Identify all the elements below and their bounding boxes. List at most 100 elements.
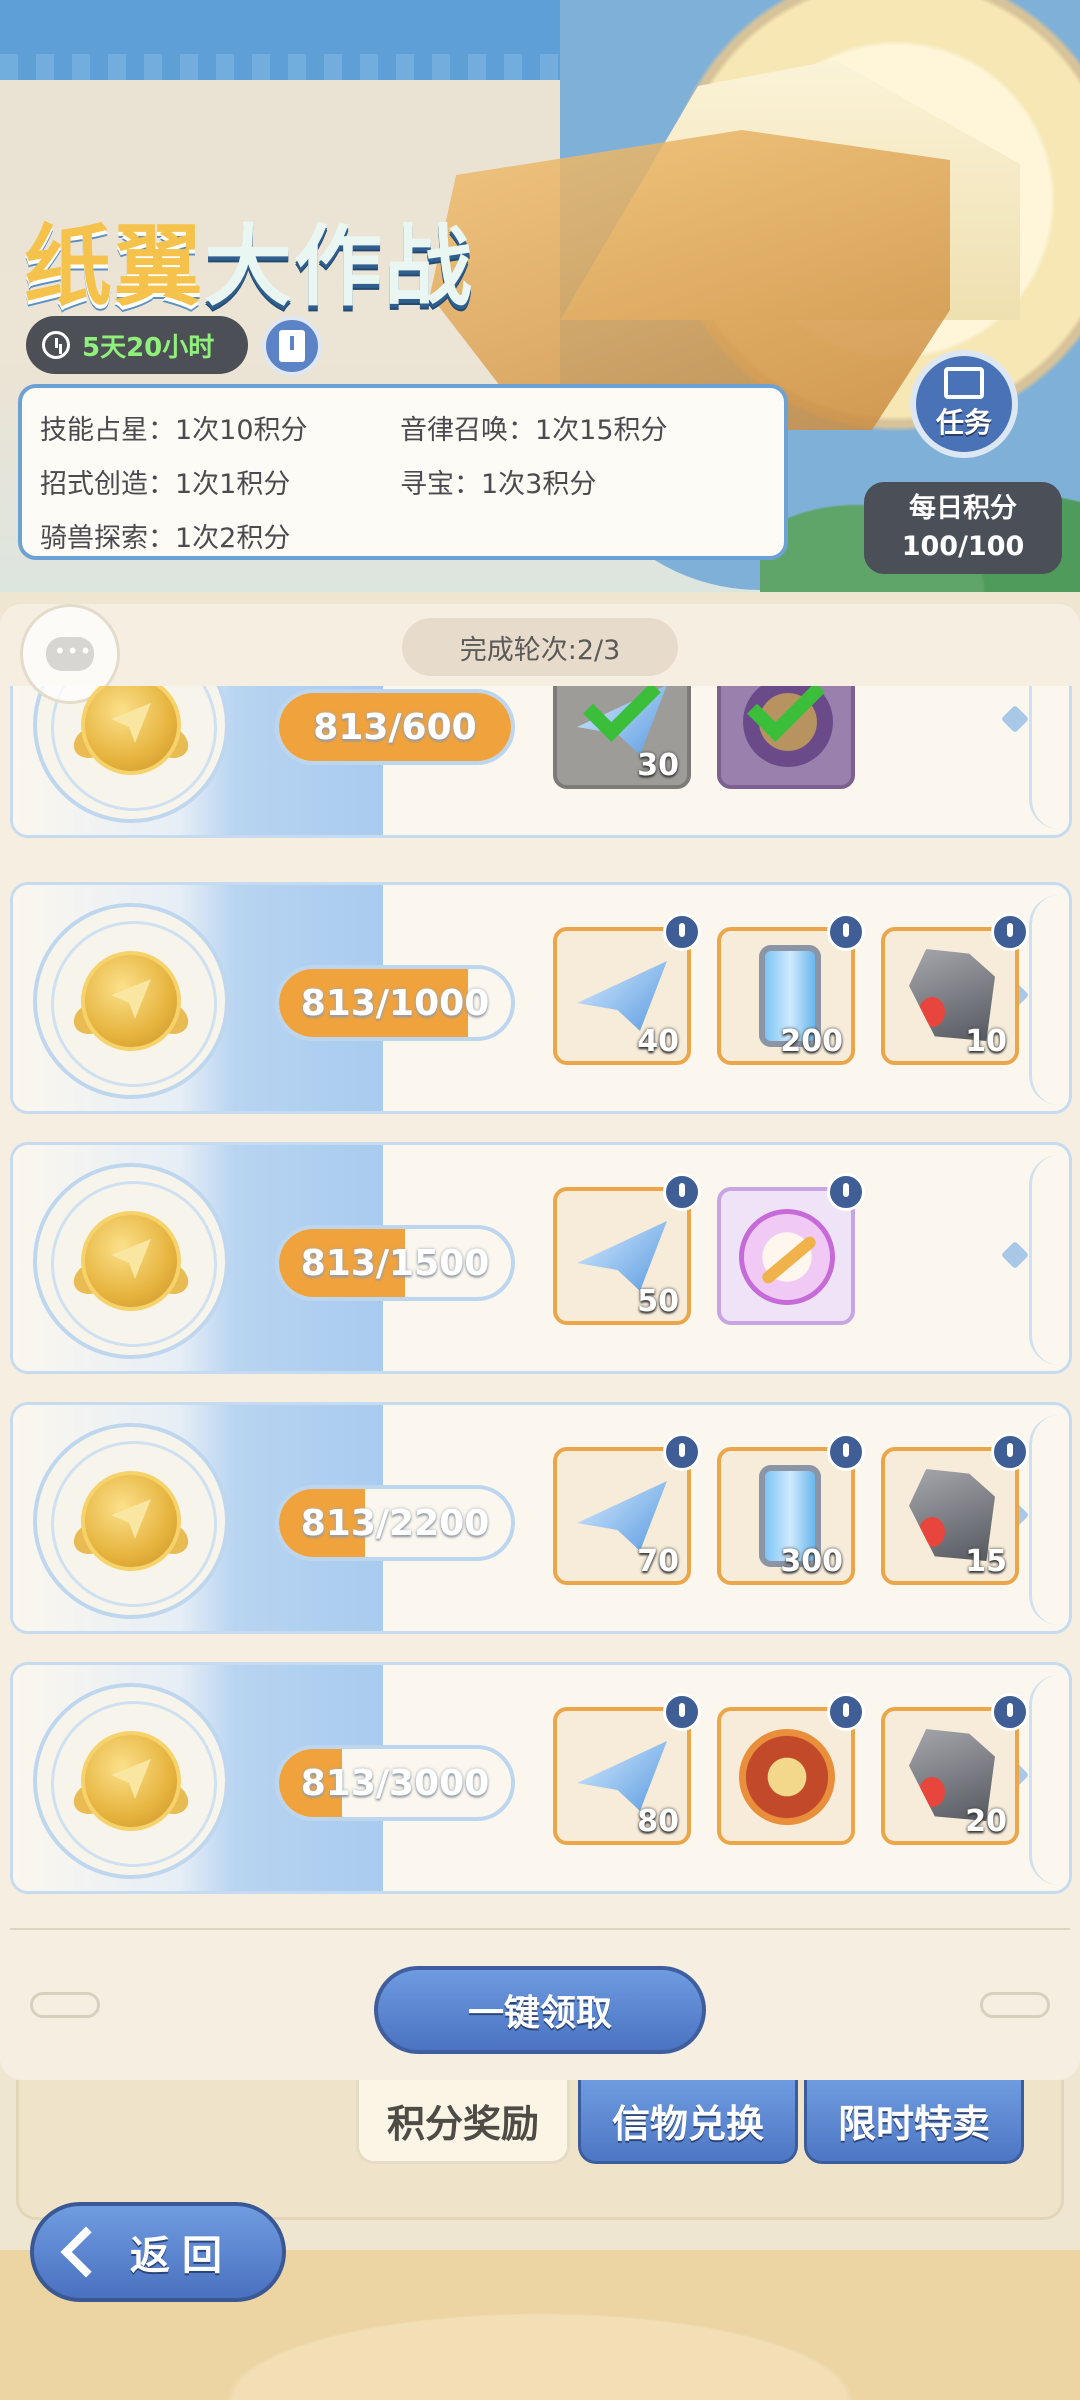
- tier-rewards: 70 300 15: [553, 1433, 1029, 1585]
- sword-emblem-icon: [739, 1209, 835, 1305]
- rule-text: 音律召唤：1次15积分: [400, 414, 668, 446]
- reward-item-paper-plane[interactable]: 50: [553, 1173, 701, 1325]
- back-arrow-icon: [60, 2226, 112, 2278]
- reward-qty: 70: [637, 1544, 679, 1579]
- medal-icon: [33, 1683, 229, 1879]
- reward-item-energy-tank[interactable]: 300: [717, 1433, 865, 1585]
- ornament-right: [980, 1992, 1050, 2018]
- reward-qty: 30: [637, 748, 679, 783]
- medal-icon: [33, 1163, 229, 1359]
- info-icon[interactable]: [991, 913, 1029, 951]
- info-icon[interactable]: [991, 1693, 1029, 1731]
- sparkle-icon: [1000, 1240, 1030, 1270]
- back-button[interactable]: 返回: [30, 2202, 286, 2302]
- book-icon: [279, 330, 305, 362]
- reward-qty: 15: [965, 1544, 1007, 1579]
- rule-text: 骑兽探索：1次2积分: [40, 522, 291, 554]
- reward-item-paper-plane[interactable]: 40: [553, 913, 701, 1065]
- reward-item-paper-plane[interactable]: 30: [553, 686, 691, 789]
- tier-progress-text: 813/3000: [300, 1762, 490, 1804]
- reward-qty: 50: [637, 1284, 679, 1319]
- task-button[interactable]: 任务: [910, 350, 1018, 458]
- tab-limited-sale[interactable]: 限时特卖: [804, 2080, 1024, 2164]
- clock-icon: [42, 331, 70, 359]
- tier-progress-bar: 813/2200: [275, 1485, 515, 1561]
- claim-all-button[interactable]: 一键领取: [374, 1966, 706, 2054]
- reward-item-fire-ore[interactable]: 15: [881, 1433, 1029, 1585]
- paper-plane-icon: [577, 1741, 667, 1811]
- spell-book-icon: [739, 1729, 835, 1825]
- medal-icon: [33, 903, 229, 1099]
- paper-plane-icon: [577, 1481, 667, 1551]
- tier-progress-text: 813/1500: [300, 1242, 490, 1284]
- tab-token-exchange[interactable]: 信物兑换: [578, 2080, 798, 2164]
- time-left-text: 5天20小时: [82, 332, 215, 363]
- reward-item-energy-tank[interactable]: 200: [717, 913, 865, 1065]
- reward-item-paper-plane[interactable]: 80: [553, 1693, 701, 1845]
- reward-tier: 813/600 30: [10, 686, 1072, 838]
- info-icon[interactable]: [827, 1693, 865, 1731]
- info-icon[interactable]: [827, 913, 865, 951]
- reward-tier-list[interactable]: 813/600 30 813/1000 40 200 10 813/1500 5…: [0, 686, 1080, 1894]
- divider: [10, 1928, 1070, 1930]
- rule-text: 技能占星：1次10积分: [40, 414, 308, 446]
- info-icon[interactable]: [663, 1173, 701, 1211]
- tier-rewards: 30: [553, 686, 855, 789]
- info-icon[interactable]: [663, 1433, 701, 1471]
- reward-qty: 200: [780, 1024, 843, 1059]
- reward-item-emblem-coin[interactable]: [717, 686, 855, 789]
- tier-rewards: 40 200 10: [553, 913, 1029, 1065]
- tier-progress-bar: 813/3000: [275, 1745, 515, 1821]
- reward-tier: 813/2200 70 300 15: [10, 1402, 1072, 1634]
- chat-bubble-icon: [46, 637, 94, 671]
- event-title: 纸翼大作战: [24, 215, 475, 318]
- reward-tier: 813/3000 80 20: [10, 1662, 1072, 1894]
- reward-item-spell-book[interactable]: [717, 1693, 865, 1845]
- event-header: 纸翼大作战 5天20小时 技能占星：1次10积分 音律召唤：1次15积分 招式创…: [0, 0, 1080, 592]
- reward-tier: 813/1500 50: [10, 1142, 1072, 1374]
- rounds-counter: 完成轮次:2/3: [402, 618, 678, 676]
- rule-text: 招式创造：1次1积分: [40, 468, 291, 500]
- task-icon: [944, 367, 984, 399]
- rules-book-button[interactable]: [262, 316, 322, 376]
- paper-plane-icon: [577, 961, 667, 1031]
- points-rules-box: 技能占星：1次10积分 音律召唤：1次15积分 招式创造：1次1积分 寻宝：1次…: [18, 384, 788, 560]
- info-icon[interactable]: [827, 1173, 865, 1211]
- reward-qty: 20: [965, 1804, 1007, 1839]
- tier-progress-text: 813/2200: [300, 1502, 490, 1544]
- medal-icon: [33, 1423, 229, 1619]
- reward-qty: 40: [637, 1024, 679, 1059]
- tier-progress-text: 813/600: [313, 706, 477, 748]
- daily-points-label: 每日积分: [909, 493, 1017, 524]
- rules-row: 骑兽探索：1次2积分: [40, 508, 766, 562]
- reward-item-paper-plane[interactable]: 70: [553, 1433, 701, 1585]
- tier-rewards: 50: [553, 1173, 865, 1325]
- task-button-label: 任务: [935, 406, 992, 439]
- tier-rewards: 80 20: [553, 1693, 1029, 1845]
- ornament-left: [30, 1992, 100, 2018]
- reward-qty: 300: [780, 1544, 843, 1579]
- info-icon[interactable]: [663, 1693, 701, 1731]
- tier-progress-bar: 813/1000: [275, 965, 515, 1041]
- rules-row: 招式创造：1次1积分 寻宝：1次3积分: [40, 454, 766, 508]
- reward-tier: 813/1000 40 200 10: [10, 882, 1072, 1114]
- paper-plane-icon: [577, 1221, 667, 1291]
- info-icon[interactable]: [991, 1433, 1029, 1471]
- rule-text: 寻宝：1次3积分: [400, 468, 597, 500]
- back-button-label: 返回: [130, 2233, 234, 2279]
- tab-points-rewards[interactable]: 积分奖励: [356, 2080, 570, 2164]
- tier-progress-bar: 813/600: [275, 689, 515, 765]
- daily-points-box: 每日积分 100/100: [864, 482, 1062, 574]
- reward-qty: 10: [965, 1024, 1007, 1059]
- info-icon[interactable]: [663, 913, 701, 951]
- daily-points-value: 100/100: [901, 531, 1025, 562]
- info-icon[interactable]: [827, 1433, 865, 1471]
- reward-item-sword-emblem[interactable]: [717, 1173, 865, 1325]
- rules-row: 技能占星：1次10积分 音律召唤：1次15积分: [40, 400, 766, 454]
- sparkle-icon: [1000, 704, 1030, 734]
- reward-qty: 80: [637, 1804, 679, 1839]
- reward-item-fire-ore[interactable]: 20: [881, 1693, 1029, 1845]
- reward-item-fire-ore[interactable]: 10: [881, 913, 1029, 1065]
- tier-progress-bar: 813/1500: [275, 1225, 515, 1301]
- event-timer: 5天20小时: [26, 316, 248, 374]
